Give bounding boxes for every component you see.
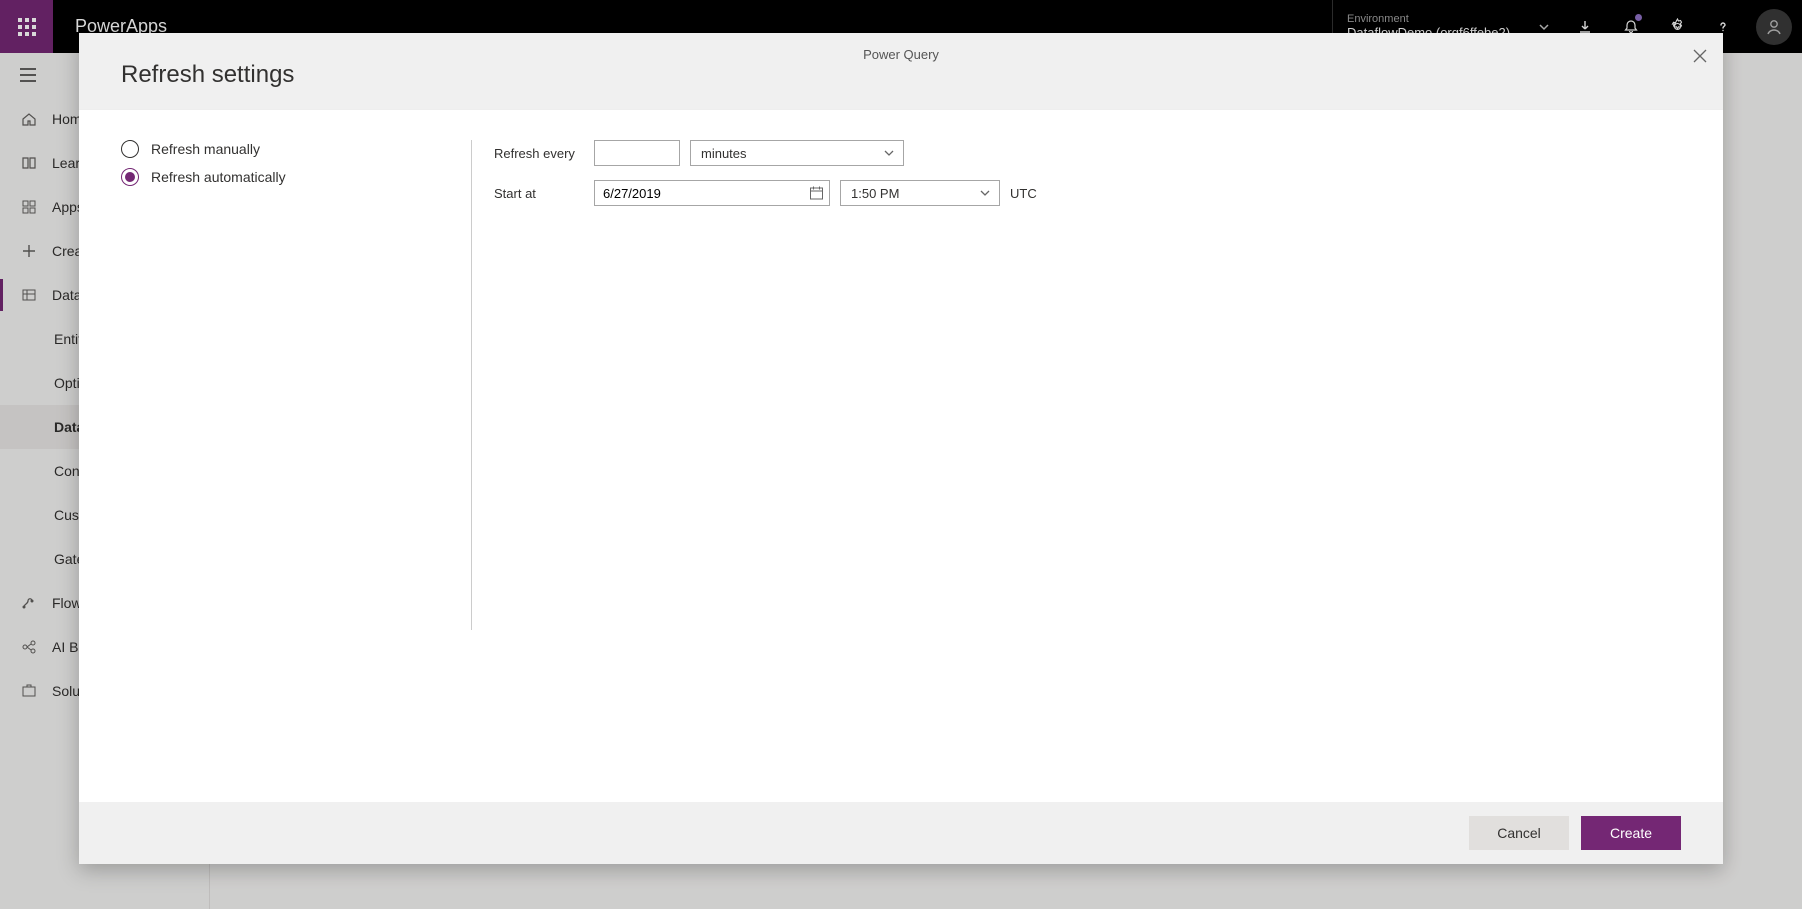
- radio-refresh-manually[interactable]: Refresh manually: [121, 140, 451, 158]
- close-icon: [1693, 49, 1707, 63]
- refresh-every-row: Refresh every minutes: [494, 140, 1681, 166]
- refresh-every-label: Refresh every: [494, 146, 584, 161]
- schedule-pane: Refresh every minutes Start at 1:50 PM: [472, 140, 1681, 772]
- dialog-context-label: Power Query: [79, 47, 1723, 62]
- dialog-header: Power Query Refresh settings: [79, 33, 1723, 110]
- timezone-label: UTC: [1010, 186, 1037, 201]
- dialog-footer: Cancel Create: [79, 802, 1723, 864]
- dialog-title: Refresh settings: [121, 61, 1681, 89]
- chevron-down-icon: [979, 187, 991, 199]
- close-button[interactable]: [1693, 49, 1707, 63]
- refresh-interval-input[interactable]: [594, 140, 680, 166]
- refresh-unit-select[interactable]: minutes: [690, 140, 904, 166]
- start-at-label: Start at: [494, 186, 584, 201]
- radio-label: Refresh automatically: [151, 169, 286, 185]
- refresh-settings-dialog: Power Query Refresh settings Refresh man…: [79, 33, 1723, 864]
- chevron-down-icon: [883, 147, 895, 159]
- dialog-body: Refresh manually Refresh automatically R…: [79, 110, 1723, 802]
- start-at-row: Start at 1:50 PM UTC: [494, 180, 1681, 206]
- create-button[interactable]: Create: [1581, 816, 1681, 850]
- refresh-mode-pane: Refresh manually Refresh automatically: [121, 140, 471, 772]
- radio-icon: [121, 168, 139, 186]
- radio-icon: [121, 140, 139, 158]
- start-date-input[interactable]: [594, 180, 830, 206]
- radio-refresh-automatically[interactable]: Refresh automatically: [121, 168, 451, 186]
- radio-label: Refresh manually: [151, 141, 260, 157]
- start-time-select[interactable]: 1:50 PM: [840, 180, 1000, 206]
- calendar-icon[interactable]: [809, 186, 824, 201]
- cancel-button[interactable]: Cancel: [1469, 816, 1569, 850]
- select-value: 1:50 PM: [851, 186, 899, 201]
- select-value: minutes: [701, 146, 747, 161]
